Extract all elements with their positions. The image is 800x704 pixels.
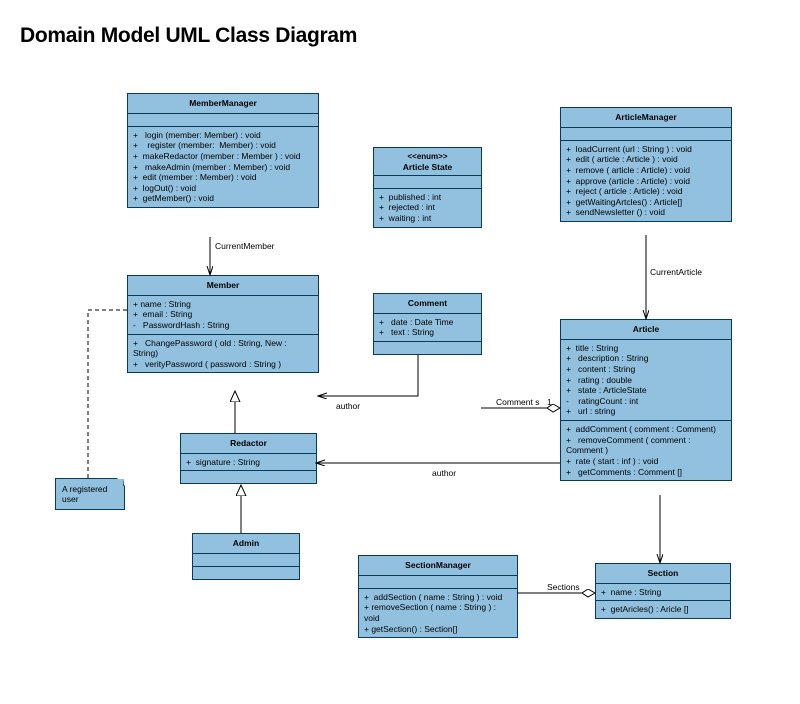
label-one: 1 <box>547 397 552 407</box>
class-name: Section <box>596 564 730 584</box>
label-author2: author <box>432 468 456 478</box>
class-name: Article <box>561 320 731 340</box>
class-name: MemberManager <box>128 94 318 114</box>
label-current-article: CurrentArticle <box>650 267 702 277</box>
methods-section: + login (member: Member) : void + regist… <box>128 127 318 207</box>
attrs-section: + date : Date Time + text : String <box>374 314 481 342</box>
attrs-section: + title : String + description : String … <box>561 340 731 421</box>
note-registered-user: A registered user <box>55 478 125 510</box>
class-name: <<enum>> Article State <box>374 148 481 176</box>
class-section-manager: SectionManager + addSection ( name : Str… <box>358 555 518 638</box>
label-author: author <box>336 401 360 411</box>
class-comment: Comment + date : Date Time + text : Stri… <box>373 293 482 355</box>
label-sections: Sections <box>547 582 580 592</box>
methods-section: + addSection ( name : String ) : void + … <box>359 589 517 638</box>
class-name: Admin <box>193 534 299 554</box>
class-article-state: <<enum>> Article State + published : int… <box>373 147 482 228</box>
attrs-section: + name : String + email : String - Passw… <box>128 296 318 335</box>
label-current-member: CurrentMember <box>215 241 275 251</box>
attrs-section: + published : int + rejected : int + wai… <box>374 189 481 227</box>
class-name: Redactor <box>181 434 316 454</box>
class-section: Section + name : String + getAricles() :… <box>595 563 731 619</box>
class-name: Comment <box>374 294 481 314</box>
class-member: Member + name : String + email : String … <box>127 275 319 373</box>
class-admin: Admin <box>192 533 300 580</box>
diagram-title: Domain Model UML Class Diagram <box>20 24 357 48</box>
class-article-manager: ArticleManager + loadCurrent (url : Stri… <box>560 107 732 222</box>
methods-section: + addComment ( comment : Comment) + remo… <box>561 421 731 480</box>
class-name: ArticleManager <box>561 108 731 128</box>
label-comments: Comment s <box>496 397 540 407</box>
class-name: Member <box>128 276 318 296</box>
methods-section: + ChangePassword ( old : String, New : S… <box>128 335 318 373</box>
class-redactor: Redactor + signature : String <box>180 433 317 484</box>
class-member-manager: MemberManager + login (member: Member) :… <box>127 93 319 208</box>
class-name: SectionManager <box>359 556 517 576</box>
attrs-section: + signature : String <box>181 454 316 472</box>
methods-section: + loadCurrent (url : String ) : void + e… <box>561 141 731 221</box>
class-article: Article + title : String + description :… <box>560 319 732 481</box>
